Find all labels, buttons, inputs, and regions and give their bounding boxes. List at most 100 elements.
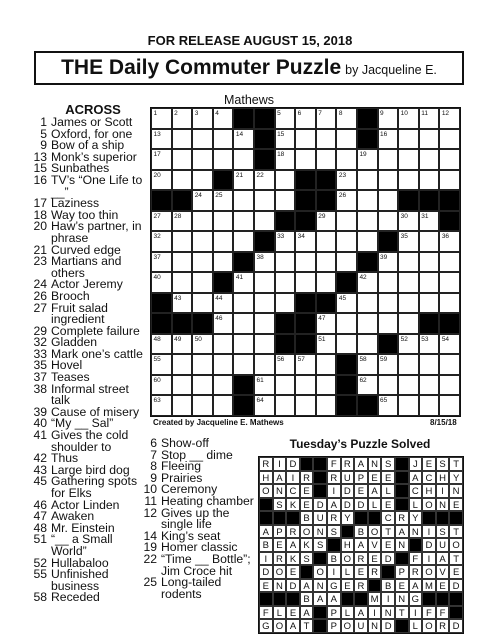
grid-cell[interactable] (398, 313, 419, 334)
grid-cell[interactable] (233, 354, 254, 375)
grid-cell[interactable]: 15 (274, 128, 296, 149)
grid-cell[interactable] (377, 292, 399, 313)
grid-cell[interactable] (356, 313, 378, 334)
grid-cell[interactable]: 34 (295, 231, 316, 252)
grid-cell[interactable]: 17 (151, 149, 172, 170)
grid-cell[interactable]: 36 (439, 231, 460, 252)
grid-cell[interactable]: 52 (398, 333, 419, 354)
grid-cell[interactable]: 62 (356, 374, 378, 395)
grid-cell[interactable] (233, 190, 254, 211)
grid-cell[interactable]: 51 (315, 333, 337, 354)
grid-cell[interactable]: 37 (151, 251, 172, 272)
grid-cell[interactable] (192, 128, 213, 149)
grid-cell[interactable] (192, 149, 213, 170)
grid-cell[interactable]: 22 (253, 169, 275, 190)
grid-cell[interactable] (171, 251, 193, 272)
grid-cell[interactable]: 1 (151, 108, 172, 129)
grid-cell[interactable] (418, 169, 440, 190)
grid-cell[interactable]: 41 (233, 272, 254, 293)
grid-cell[interactable] (398, 374, 419, 395)
grid-cell[interactable] (398, 354, 419, 375)
grid-cell[interactable] (418, 251, 440, 272)
grid-cell[interactable]: 7 (315, 108, 337, 129)
grid-cell[interactable] (233, 333, 254, 354)
grid-cell[interactable] (377, 374, 399, 395)
grid-cell[interactable]: 26 (336, 190, 357, 211)
grid-cell[interactable]: 9 (377, 108, 399, 129)
grid-cell[interactable] (377, 190, 399, 211)
grid-cell[interactable] (315, 272, 337, 293)
grid-cell[interactable] (212, 374, 234, 395)
grid-cell[interactable]: 39 (377, 251, 399, 272)
grid-cell[interactable]: 42 (356, 272, 378, 293)
grid-cell[interactable] (398, 272, 419, 293)
grid-cell[interactable] (253, 272, 275, 293)
grid-cell[interactable] (336, 210, 357, 231)
grid-cell[interactable]: 14 (233, 128, 254, 149)
grid-cell[interactable] (398, 251, 419, 272)
grid-cell[interactable] (253, 190, 275, 211)
grid-cell[interactable]: 32 (151, 231, 172, 252)
grid-cell[interactable] (212, 251, 234, 272)
grid-cell[interactable] (274, 272, 296, 293)
grid-cell[interactable]: 2 (171, 108, 193, 129)
grid-cell[interactable] (439, 251, 460, 272)
grid-cell[interactable]: 23 (336, 169, 357, 190)
grid-cell[interactable] (398, 292, 419, 313)
grid-cell[interactable] (171, 272, 193, 293)
grid-cell[interactable]: 57 (295, 354, 316, 375)
grid-cell[interactable] (418, 149, 440, 170)
grid-cell[interactable]: 38 (253, 251, 275, 272)
grid-cell[interactable] (192, 251, 213, 272)
grid-cell[interactable] (274, 190, 296, 211)
grid-cell[interactable] (253, 354, 275, 375)
grid-cell[interactable] (233, 149, 254, 170)
crossword-grid[interactable]: 1 2 3 4 5 6 7 8 9 10 11 12 13 14 15 16 17 18 19 20 21 22 23 24 2… (150, 107, 461, 417)
grid-cell[interactable] (377, 272, 399, 293)
grid-cell[interactable]: 61 (253, 374, 275, 395)
grid-cell[interactable] (253, 292, 275, 313)
grid-cell[interactable]: 19 (356, 149, 378, 170)
grid-cell[interactable]: 48 (151, 333, 172, 354)
grid-cell[interactable] (377, 313, 399, 334)
grid-cell[interactable] (336, 313, 357, 334)
grid-cell[interactable]: 45 (336, 292, 357, 313)
grid-cell[interactable] (253, 210, 275, 231)
grid-cell[interactable] (192, 374, 213, 395)
grid-cell[interactable] (418, 374, 440, 395)
grid-cell[interactable] (212, 333, 234, 354)
grid-cell[interactable] (439, 292, 460, 313)
grid-cell[interactable]: 44 (212, 292, 234, 313)
grid-cell[interactable] (356, 333, 378, 354)
grid-cell[interactable] (192, 395, 213, 416)
grid-cell[interactable]: 31 (418, 210, 440, 231)
grid-cell[interactable] (439, 128, 460, 149)
grid-cell[interactable] (336, 251, 357, 272)
grid-cell[interactable] (212, 231, 234, 252)
grid-cell[interactable]: 43 (171, 292, 193, 313)
grid-cell[interactable] (398, 149, 419, 170)
grid-cell[interactable]: 18 (274, 149, 296, 170)
grid-cell[interactable]: 50 (192, 333, 213, 354)
grid-cell[interactable] (274, 395, 296, 416)
grid-cell[interactable] (315, 231, 337, 252)
grid-cell[interactable] (233, 292, 254, 313)
grid-cell[interactable] (212, 210, 234, 231)
grid-cell[interactable] (439, 395, 460, 416)
grid-cell[interactable]: 3 (192, 108, 213, 129)
grid-cell[interactable]: 49 (171, 333, 193, 354)
grid-cell[interactable] (295, 128, 316, 149)
grid-cell[interactable] (315, 374, 337, 395)
grid-cell[interactable] (398, 395, 419, 416)
grid-cell[interactable] (398, 169, 419, 190)
grid-cell[interactable] (274, 374, 296, 395)
grid-cell[interactable] (274, 169, 296, 190)
grid-cell[interactable] (439, 374, 460, 395)
grid-cell[interactable]: 28 (171, 210, 193, 231)
grid-cell[interactable] (439, 272, 460, 293)
grid-cell[interactable] (336, 333, 357, 354)
grid-cell[interactable] (356, 190, 378, 211)
grid-cell[interactable]: 12 (439, 108, 460, 129)
grid-cell[interactable] (192, 231, 213, 252)
grid-cell[interactable]: 35 (398, 231, 419, 252)
